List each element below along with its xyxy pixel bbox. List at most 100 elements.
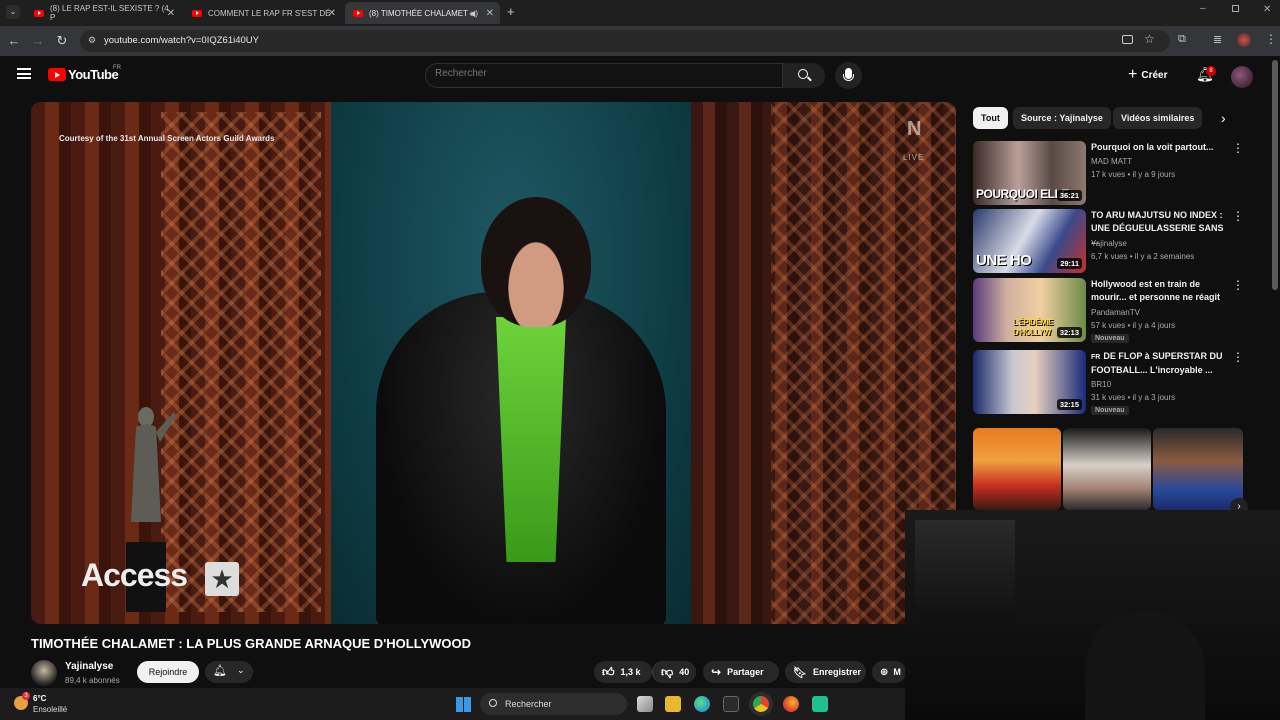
task-view-icon[interactable] <box>637 696 653 712</box>
recommended-video[interactable]: POURQUOI ELLE 36:21 Pourquoi on la voit … <box>973 141 1244 205</box>
recommendation-channel: MAD MATT <box>1091 157 1133 166</box>
hamburger-menu-icon[interactable] <box>17 68 31 79</box>
minimize-icon[interactable]: – <box>1200 3 1206 14</box>
os-taskbar: 3 6°C Ensoleillé Rechercher <box>0 688 905 720</box>
tab-timothee-chalamet[interactable]: (8) TIMOTHÉE CHALAMET : ◀) ✕ <box>345 2 500 24</box>
subscription-bell-button[interactable]: 🔔︎ ⌄ <box>205 661 253 683</box>
close-icon[interactable]: ✕ <box>167 8 175 19</box>
more-actions-button[interactable]: ⊕ M <box>872 661 906 683</box>
voice-search-button[interactable] <box>835 62 862 89</box>
cast-icon[interactable] <box>1122 35 1133 44</box>
page-scrollbar[interactable] <box>1272 60 1278 290</box>
dislike-button[interactable]: 👎︎ 40 <box>652 661 696 683</box>
search-button[interactable] <box>783 63 825 88</box>
youtube-wordmark: YouTube <box>68 67 119 82</box>
youtube-header: YouTube FR + Créer 🔔︎ 8 <box>0 56 1280 98</box>
more-options-icon[interactable]: ⋮ <box>1232 141 1244 155</box>
edge-browser-icon[interactable] <box>694 696 710 712</box>
new-badge: Nouveau <box>1091 334 1129 343</box>
new-badge: Nouveau <box>1091 406 1129 415</box>
url-field[interactable]: ⚙ youtube.com/watch?v=0IQZ61i40UY ☆ <box>80 30 1170 52</box>
access-watermark: Access <box>81 557 188 593</box>
profile-avatar-icon[interactable] <box>1237 33 1251 47</box>
windows-start-icon[interactable] <box>456 697 471 712</box>
notification-badge: 8 <box>1206 66 1216 76</box>
site-info-icon[interactable]: ⚙ <box>88 35 96 46</box>
audio-playing-icon[interactable]: ◀) <box>469 9 478 18</box>
weather-alert-badge: 3 <box>22 692 30 700</box>
video-player[interactable]: Courtesy of the 31st Annual Screen Actor… <box>31 102 956 624</box>
subscriber-count: 89,4 k abonnés <box>65 676 120 685</box>
more-options-icon[interactable]: ⋮ <box>1232 209 1244 223</box>
chrome-icon[interactable] <box>753 696 769 712</box>
short-thumbnail[interactable] <box>1063 428 1151 510</box>
save-label: Enregistrer <box>812 667 861 677</box>
tab-rap-fr[interactable]: COMMENT LE RAP FR S'EST DÉ ✕ <box>184 2 342 24</box>
new-tab-plus-icon[interactable]: + <box>507 4 515 19</box>
short-thumbnail[interactable] <box>973 428 1061 510</box>
webcam-overlay <box>905 510 1280 720</box>
reload-icon[interactable]: ↻ <box>54 33 70 49</box>
close-icon[interactable]: ✕ <box>486 8 494 19</box>
courtesy-caption: Courtesy of the 31st Annual Screen Actor… <box>59 134 275 143</box>
tab-list-chevron-icon[interactable]: ⌄ <box>6 5 20 19</box>
forward-arrow-icon[interactable]: → <box>30 33 46 49</box>
bell-icon: 🔔︎ <box>213 665 227 677</box>
close-icon[interactable]: ✕ <box>328 8 336 19</box>
video-title: TIMOTHÉE CHALAMET : LA PLUS GRANDE ARNAQ… <box>31 636 472 651</box>
back-arrow-icon[interactable]: ← <box>6 33 22 49</box>
channel-avatar[interactable] <box>31 660 57 686</box>
duration-badge: 29:11 <box>1057 258 1082 269</box>
taskbar-search[interactable]: Rechercher <box>480 693 627 715</box>
recommended-video[interactable]: 32:15 FR DE FLOP à SUPERSTAR DU FOOTBALL.… <box>973 350 1244 415</box>
recommendation-meta: 6,7 k vues • il y a 2 semaines <box>1091 252 1195 261</box>
tab-label: COMMENT LE RAP FR S'EST DÉ <box>208 8 331 18</box>
create-label: Créer <box>1141 69 1168 81</box>
video-thumbnail: POURQUOI ELLE 36:21 <box>973 141 1086 205</box>
live-indicator: LIVE <box>903 153 925 162</box>
app-icon[interactable] <box>812 696 828 712</box>
network-logo: N <box>907 118 922 140</box>
join-button[interactable]: Rejoindre <box>137 661 199 683</box>
chip-source-channel[interactable]: Source : Yajinalyse <box>1013 107 1111 129</box>
save-button[interactable]: 🔖︎ Enregistrer <box>785 661 866 683</box>
recommended-video[interactable]: UNE HO 29:11 TO ARU MAJUTSU NO INDEX : U… <box>973 209 1244 273</box>
thumbs-down-icon: 👎︎ <box>661 664 674 679</box>
chip-similar-videos[interactable]: Vidéos similaires <box>1113 107 1203 129</box>
search-input[interactable] <box>435 68 755 79</box>
browser-tab-bar: ⌄ (8) LE RAP EST-IL SEXISTE ? (4 P ✕ COM… <box>0 0 1280 26</box>
firefox-icon[interactable] <box>783 696 799 712</box>
more-label: M <box>893 667 901 677</box>
duration-badge: 32:13 <box>1056 327 1082 338</box>
browser-menu-icon[interactable]: ⋮ <box>1265 32 1277 46</box>
weather-description: Ensoleillé <box>33 705 68 714</box>
recommendation-meta: 17 k vues • il y a 9 jours <box>1091 170 1176 179</box>
channel-name[interactable]: Yajinalyse <box>65 661 113 672</box>
more-options-icon[interactable]: ⋮ <box>1232 278 1244 292</box>
youtube-play-icon <box>48 68 66 81</box>
chip-all[interactable]: Tout <box>973 107 1008 129</box>
bookmark-star-icon[interactable]: ☆ <box>1144 32 1155 46</box>
more-options-icon[interactable]: ⋮ <box>1232 350 1244 364</box>
account-avatar[interactable] <box>1231 66 1253 88</box>
search-box <box>425 63 783 88</box>
short-thumbnail[interactable] <box>1153 428 1243 510</box>
recommended-video[interactable]: L'ÉPIDÉMIE D'HOLLYW 32:13 Hollywood est … <box>973 278 1244 343</box>
restore-icon[interactable] <box>1232 5 1239 12</box>
share-button[interactable]: ↪ Partager <box>703 661 779 683</box>
recommendation-channel: BR10 <box>1091 380 1112 389</box>
create-button[interactable]: + Créer <box>1128 65 1167 85</box>
tab-rap-sexiste[interactable]: (8) LE RAP EST-IL SEXISTE ? (4 P ✕ <box>26 2 181 24</box>
store-icon[interactable] <box>723 696 739 712</box>
bookmark-icon: 🔖︎ <box>793 666 807 679</box>
chevron-right-icon[interactable]: › <box>1221 110 1226 126</box>
file-explorer-icon[interactable] <box>665 696 681 712</box>
extensions-puzzle-icon[interactable]: ⧉ <box>1178 33 1186 46</box>
browser-address-bar: ← → ↻ ⚙ youtube.com/watch?v=0IQZ61i40UY … <box>0 26 1280 56</box>
language-tag: FR <box>1091 354 1101 361</box>
url-text: youtube.com/watch?v=0IQZ61i40UY <box>104 35 259 46</box>
close-window-icon[interactable]: ✕ <box>1263 4 1271 15</box>
media-controls-icon[interactable]: ≣ <box>1213 33 1222 46</box>
like-button[interactable]: 👍︎ 1,3 k <box>594 661 652 683</box>
thumbnail-text: UNE HO <box>976 252 1032 269</box>
